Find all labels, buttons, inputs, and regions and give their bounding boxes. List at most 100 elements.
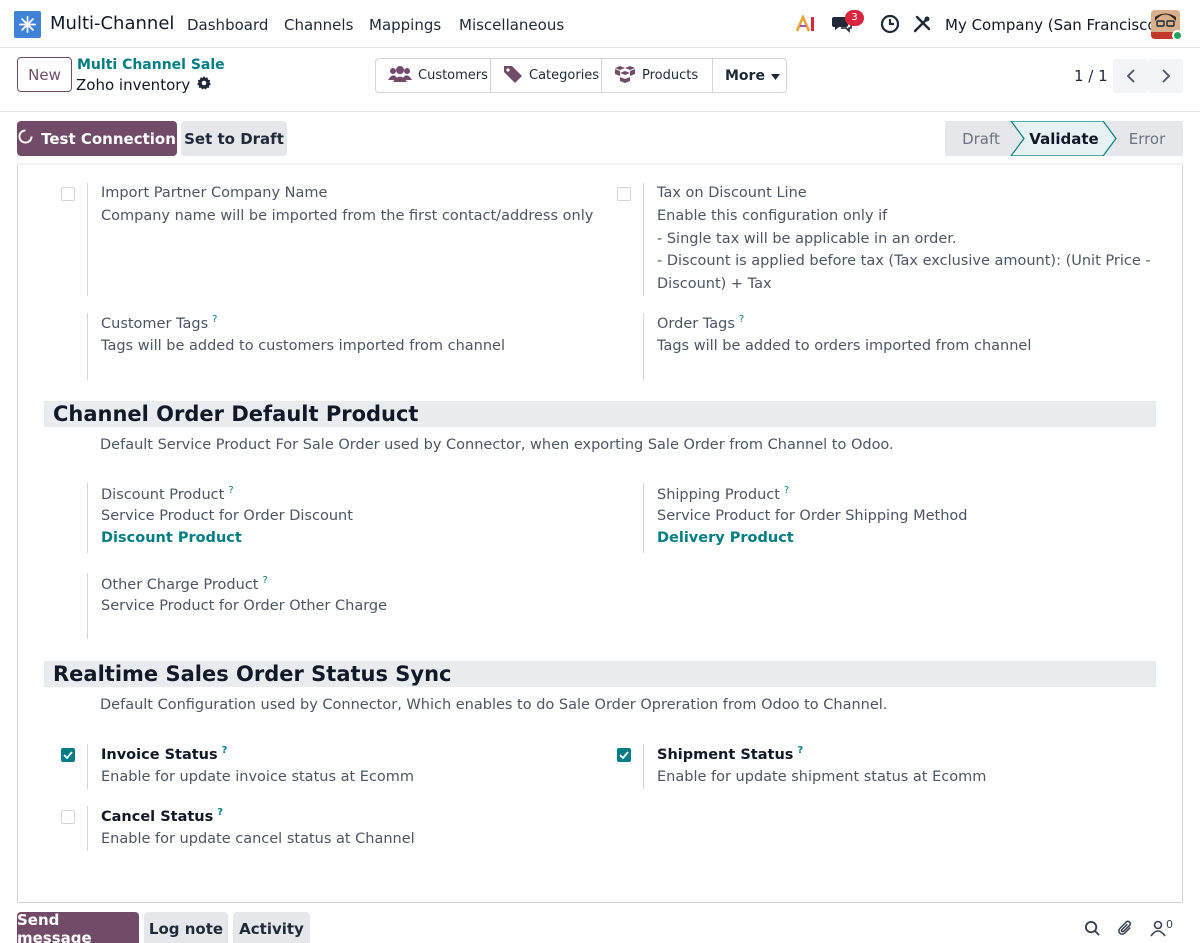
followers-icon[interactable] [1148, 918, 1168, 938]
customers-label: Customers [418, 68, 488, 83]
help-tooltip-icon[interactable]: ? [784, 485, 789, 496]
online-status-dot [1172, 30, 1183, 41]
tax-discount-label: Tax on Discount Line [657, 185, 807, 201]
gear-icon[interactable] [197, 76, 212, 94]
checkmark-icon [619, 751, 629, 759]
customer-tags-label-text: Customer Tags [101, 315, 209, 332]
breadcrumb-current: Zoho inventory [76, 76, 212, 94]
order-tags-label-text: Order Tags [657, 315, 735, 332]
cancel-status-label: Cancel Status? [101, 807, 223, 825]
discount-product-description: Service Product for Order Discount [101, 508, 353, 524]
invoice-status-checkbox[interactable] [61, 748, 75, 762]
activity-clock-icon[interactable] [878, 12, 902, 36]
tools-icon[interactable] [910, 12, 934, 36]
shipment-status-label-text: Shipment Status [657, 746, 794, 763]
products-label: Products [642, 68, 699, 83]
field-divider [87, 573, 88, 639]
company-switcher[interactable]: My Company (San Francisco) [945, 16, 1162, 34]
products-smart-button[interactable]: Products [602, 59, 713, 92]
discount-product-value-link[interactable]: Discount Product [101, 530, 242, 546]
pager-next-button[interactable] [1148, 59, 1183, 93]
order-tags-label: Order Tags? [657, 314, 744, 332]
menu-miscellaneous[interactable]: Miscellaneous [459, 16, 564, 34]
pager-value[interactable]: 1 / 1 [1074, 67, 1108, 85]
more-label: More [725, 67, 765, 84]
activity-button[interactable]: Activity [233, 912, 310, 943]
import-partner-checkbox[interactable] [61, 187, 75, 201]
messages-count-badge: 3 [845, 10, 864, 26]
import-partner-description: Company name will be imported from the f… [101, 208, 594, 224]
help-tooltip-icon[interactable]: ? [217, 807, 223, 818]
import-partner-label: Import Partner Company Name [101, 185, 328, 201]
breadcrumb-parent-link[interactable]: Multi Channel Sale [77, 57, 225, 73]
field-divider [643, 313, 644, 380]
customer-tags-label: Customer Tags? [101, 314, 217, 332]
categories-label: Categories [529, 68, 600, 83]
app-logo-icon[interactable] [14, 11, 41, 38]
section-header-default-product: Channel Order Default Product [44, 401, 1156, 427]
users-icon [388, 65, 412, 87]
section-subtitle: Default Service Product For Sale Order u… [100, 437, 894, 453]
order-tags-description: Tags will be added to orders imported fr… [657, 338, 1032, 354]
record-title: Zoho inventory [76, 76, 191, 94]
menu-mappings[interactable]: Mappings [369, 16, 441, 34]
shipping-product-description: Service Product for Order Shipping Metho… [657, 508, 968, 524]
discount-product-label: Discount Product? [101, 485, 234, 503]
cubes-icon [614, 65, 636, 87]
shipping-product-label: Shipping Product? [657, 485, 789, 503]
new-button[interactable]: New [17, 57, 72, 92]
help-tooltip-icon[interactable]: ? [222, 745, 228, 756]
categories-smart-button[interactable]: Categories [491, 59, 602, 92]
stage-draft[interactable]: Draft [948, 121, 1014, 156]
cancel-status-description: Enable for update cancel status at Chann… [101, 831, 415, 847]
help-tooltip-icon[interactable]: ? [212, 314, 217, 325]
cancel-status-label-text: Cancel Status [101, 808, 214, 825]
control-panel: New Multi Channel Sale Zoho inventory Cu… [0, 49, 1200, 112]
invoice-status-label-text: Invoice Status [101, 746, 218, 763]
pager-previous-button[interactable] [1113, 59, 1148, 93]
search-icon[interactable] [1082, 918, 1102, 938]
stage-error[interactable]: Error [1118, 121, 1176, 156]
field-divider [643, 744, 644, 789]
field-divider [643, 483, 644, 553]
top-navbar: Multi-Channel Dashboard Channels Mapping… [0, 0, 1200, 48]
invoice-status-label: Invoice Status? [101, 745, 227, 763]
section-subtitle: Default Configuration used by Connector,… [100, 697, 888, 713]
paperclip-icon[interactable] [1115, 918, 1135, 938]
refresh-icon [18, 129, 33, 148]
customer-tags-description: Tags will be added to customers imported… [101, 338, 505, 354]
help-tooltip-icon[interactable]: ? [262, 575, 267, 586]
send-message-button[interactable]: Send message [17, 911, 139, 943]
help-tooltip-icon[interactable]: ? [228, 485, 233, 496]
shipment-status-description: Enable for update shipment status at Eco… [657, 769, 987, 785]
help-tooltip-icon[interactable]: ? [797, 745, 803, 756]
section-title: Realtime Sales Order Status Sync [53, 662, 452, 686]
tax-discount-description: Enable this configuration only if - Sing… [657, 205, 1151, 295]
app-name[interactable]: Multi-Channel [50, 13, 174, 34]
ai-icon[interactable] [794, 12, 818, 36]
shipping-product-value-link[interactable]: Delivery Product [657, 530, 794, 546]
menu-dashboard[interactable]: Dashboard [187, 16, 268, 34]
other-charge-product-label: Other Charge Product? [101, 575, 268, 593]
test-connection-label: Test Connection [41, 129, 176, 148]
customers-smart-button[interactable]: Customers [376, 59, 491, 92]
shipment-status-label: Shipment Status? [657, 745, 803, 763]
discount-product-label-text: Discount Product [101, 486, 225, 503]
set-to-draft-button[interactable]: Set to Draft [181, 121, 287, 156]
field-divider [87, 806, 88, 851]
more-dropdown-button[interactable]: More [713, 59, 786, 92]
stage-validate[interactable]: Validate [1023, 121, 1105, 156]
log-note-button[interactable]: Log note [144, 912, 228, 943]
help-tooltip-icon[interactable]: ? [739, 314, 744, 325]
tax-discount-line: Discount) + Tax [657, 275, 772, 292]
cancel-status-checkbox[interactable] [61, 810, 75, 824]
followers-count: 0 [1166, 918, 1173, 931]
tax-discount-line: - Discount is applied before tax (Tax ex… [657, 253, 1151, 269]
checkmark-icon [63, 751, 73, 759]
tax-discount-checkbox[interactable] [617, 187, 631, 201]
menu-channels[interactable]: Channels [284, 16, 353, 34]
section-header-status-sync: Realtime Sales Order Status Sync [44, 661, 1156, 687]
shipment-status-checkbox[interactable] [617, 748, 631, 762]
field-divider [87, 744, 88, 789]
test-connection-button[interactable]: Test Connection [17, 121, 177, 156]
